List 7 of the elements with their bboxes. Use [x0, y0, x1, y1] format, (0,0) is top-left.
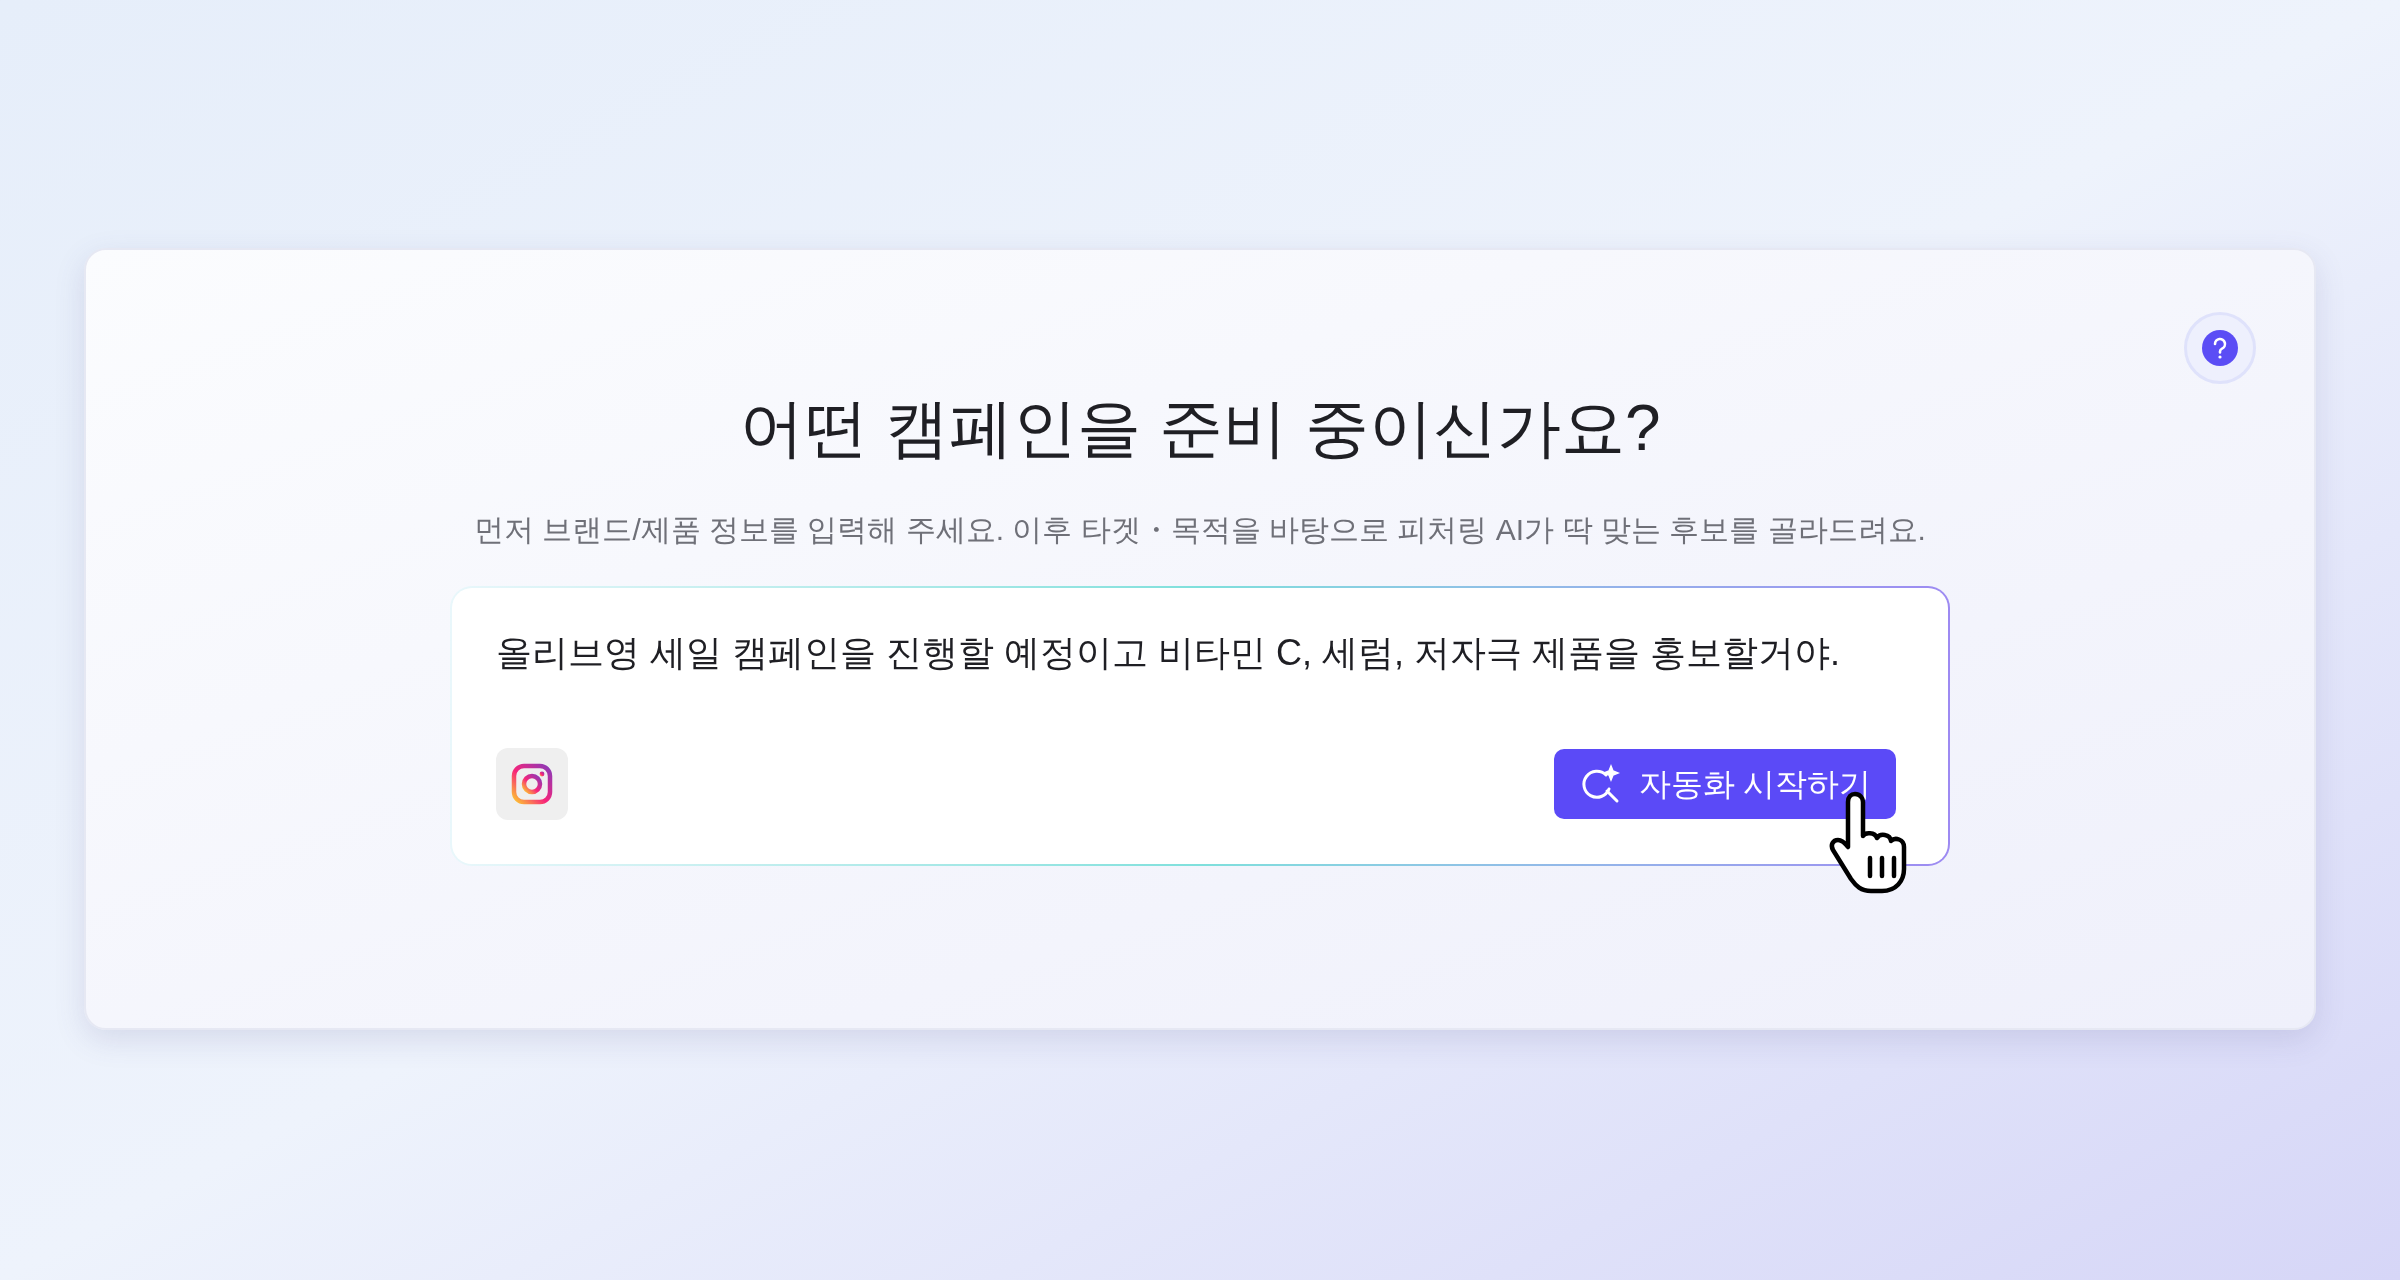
- camera-icon: [511, 763, 553, 805]
- help-icon: [2202, 330, 2238, 366]
- prompt-field[interactable]: 올리브영 세일 캠페인을 진행할 예정이고 비타민 C, 세럼, 저자극 제품을 홍보할거야.: [496, 628, 1904, 678]
- heading: 어떤 캠페인을 준비 중이신가요?: [739, 391, 1661, 466]
- channel-toggle[interactable]: [496, 748, 568, 820]
- start-automation-button[interactable]: 자동화 시작하기: [1554, 749, 1896, 819]
- subtitle: 먼저 브랜드/제품 정보를 입력해 주세요. 이후 타겟・목적을 바탕으로 피처링 AI가 딱 맞는 후보를 골라드려요.: [474, 512, 1926, 548]
